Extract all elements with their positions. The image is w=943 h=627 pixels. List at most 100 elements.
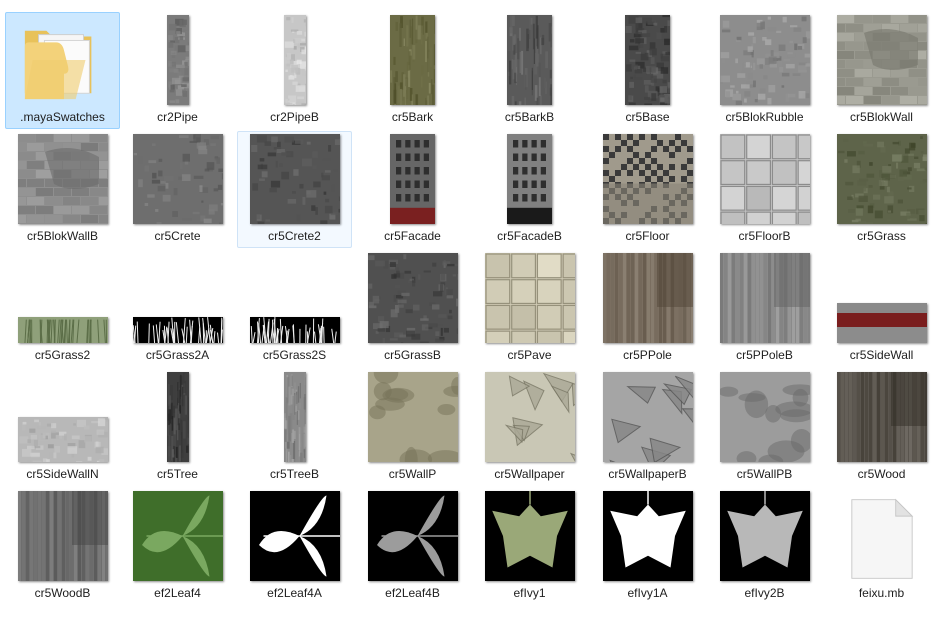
file-item[interactable]: cr5PPole bbox=[590, 250, 705, 367]
file-item-label: cr5Wallpaper bbox=[494, 467, 565, 481]
texture-thumbnail bbox=[167, 15, 189, 105]
texture-thumbnail bbox=[133, 134, 223, 224]
file-item[interactable]: efIvy2B bbox=[707, 488, 822, 605]
file-item[interactable]: cr5Crete2 bbox=[237, 131, 352, 248]
texture-thumbnail bbox=[18, 417, 108, 462]
file-item[interactable]: ef2Leaf4 bbox=[120, 488, 235, 605]
file-grid: .mayaSwatches cr2Pipe cr2PipeB cr5Bark cr5Ba… bbox=[0, 0, 943, 627]
file-item[interactable]: ef2Leaf4A bbox=[237, 488, 352, 605]
texture-thumbnail bbox=[390, 15, 435, 105]
texture-thumbnail bbox=[390, 134, 435, 224]
file-item-label: cr5Pave bbox=[507, 348, 552, 362]
file-item[interactable]: cr5SideWallN bbox=[5, 369, 120, 486]
file-item-label: efIvy2B bbox=[744, 586, 785, 600]
file-item[interactable]: cr5Floor bbox=[590, 131, 705, 248]
file-item-label: cr5BlokWall bbox=[850, 110, 913, 124]
texture-thumbnail bbox=[507, 15, 552, 105]
file-item-label: ef2Leaf4 bbox=[154, 586, 201, 600]
file-item-label: feixu.mb bbox=[858, 586, 905, 600]
file-item[interactable]: cr5Grass2A bbox=[120, 250, 235, 367]
texture-thumbnail bbox=[603, 372, 693, 462]
texture-thumbnail bbox=[720, 134, 810, 224]
file-item-label: cr5WoodB bbox=[34, 586, 91, 600]
texture-thumbnail bbox=[603, 253, 693, 343]
file-item[interactable]: cr5WoodB bbox=[5, 488, 120, 605]
file-item-label: .mayaSwatches bbox=[20, 110, 105, 124]
file-item-label: cr2PipeB bbox=[270, 110, 319, 124]
file-item-label: cr5WallP bbox=[388, 467, 437, 481]
texture-thumbnail bbox=[625, 15, 670, 105]
file-item[interactable]: cr5Grass2 bbox=[5, 250, 120, 367]
texture-thumbnail bbox=[368, 253, 458, 343]
file-item[interactable]: feixu.mb bbox=[824, 488, 939, 605]
texture-thumbnail bbox=[284, 372, 306, 462]
file-item[interactable]: cr5GrassB bbox=[355, 250, 470, 367]
file-item-label: cr5PPole bbox=[623, 348, 672, 362]
texture-thumbnail bbox=[837, 15, 927, 105]
file-item[interactable]: cr5WallpaperB bbox=[590, 369, 705, 486]
file-item[interactable]: cr5Grass bbox=[824, 131, 939, 248]
file-item-label: cr5BlokRubble bbox=[725, 110, 804, 124]
file-item[interactable]: cr5Base bbox=[590, 12, 705, 129]
file-item[interactable]: cr5Facade bbox=[355, 131, 470, 248]
texture-thumbnail bbox=[368, 372, 458, 462]
file-item[interactable]: cr2Pipe bbox=[120, 12, 235, 129]
file-item[interactable]: cr5Crete bbox=[120, 131, 235, 248]
file-item[interactable]: cr5FacadeB bbox=[472, 131, 587, 248]
file-item[interactable]: .mayaSwatches bbox=[5, 12, 120, 129]
texture-thumbnail bbox=[284, 15, 306, 105]
file-item-label: cr5Grass bbox=[857, 229, 906, 243]
file-item[interactable]: cr5FloorB bbox=[707, 131, 822, 248]
folder-icon bbox=[19, 17, 107, 105]
file-item-label: cr5BlokWallB bbox=[27, 229, 98, 243]
texture-thumbnail bbox=[485, 372, 575, 462]
file-item-label: cr5Wood bbox=[857, 467, 906, 481]
file-item-label: cr5Facade bbox=[384, 229, 441, 243]
texture-thumbnail bbox=[485, 253, 575, 343]
file-item-label: cr5Floor bbox=[625, 229, 670, 243]
file-item[interactable]: cr5Bark bbox=[355, 12, 470, 129]
leaf-thumbnail bbox=[368, 491, 458, 581]
file-item[interactable]: cr5BlokWall bbox=[824, 12, 939, 129]
file-item[interactable]: efIvy1A bbox=[590, 488, 705, 605]
file-item[interactable]: ef2Leaf4B bbox=[355, 488, 470, 605]
leaf-thumbnail bbox=[133, 491, 223, 581]
file-item-label: ef2Leaf4A bbox=[267, 586, 322, 600]
file-item-label: cr5TreeB bbox=[270, 467, 319, 481]
file-item[interactable]: cr5PPoleB bbox=[707, 250, 822, 367]
file-item[interactable]: cr5Pave bbox=[472, 250, 587, 367]
file-item[interactable]: cr5TreeB bbox=[237, 369, 352, 486]
file-item[interactable]: cr5SideWall bbox=[824, 250, 939, 367]
texture-thumbnail bbox=[18, 491, 108, 581]
file-item[interactable]: cr5Tree bbox=[120, 369, 235, 486]
file-item-label: cr5SideWallN bbox=[26, 467, 99, 481]
file-item[interactable]: cr5WallP bbox=[355, 369, 470, 486]
texture-thumbnail bbox=[837, 134, 927, 224]
file-item[interactable]: efIvy1 bbox=[472, 488, 587, 605]
ivy-thumbnail bbox=[720, 491, 810, 581]
file-item-label: cr5Grass2S bbox=[262, 348, 327, 362]
file-item-label: efIvy1A bbox=[627, 586, 668, 600]
texture-thumbnail bbox=[507, 134, 552, 224]
file-item-label: cr5Tree bbox=[157, 467, 198, 481]
file-item-label: cr5Grass2 bbox=[34, 348, 91, 362]
file-item[interactable]: cr5BlokWallB bbox=[5, 131, 120, 248]
file-item[interactable]: cr5Wallpaper bbox=[472, 369, 587, 486]
file-item-label: cr5Bark bbox=[391, 110, 434, 124]
file-item[interactable]: cr5BlokRubble bbox=[707, 12, 822, 129]
file-item-label: cr5Grass2A bbox=[145, 348, 210, 362]
file-item-label: cr2Pipe bbox=[157, 110, 198, 124]
file-item-label: cr5Crete bbox=[154, 229, 201, 243]
texture-thumbnail bbox=[250, 134, 340, 224]
texture-thumbnail bbox=[720, 253, 810, 343]
file-item[interactable]: cr5Wood bbox=[824, 369, 939, 486]
file-item[interactable]: cr5Grass2S bbox=[237, 250, 352, 367]
file-item-label: cr5Base bbox=[625, 110, 670, 124]
file-item[interactable]: cr5BarkB bbox=[472, 12, 587, 129]
file-item[interactable]: cr2PipeB bbox=[237, 12, 352, 129]
file-item-label: cr5PPoleB bbox=[736, 348, 793, 362]
file-item-label: cr5BarkB bbox=[504, 110, 555, 124]
file-item-label: cr5WallpaperB bbox=[608, 467, 687, 481]
texture-thumbnail bbox=[603, 134, 693, 224]
file-item[interactable]: cr5WallPB bbox=[707, 369, 822, 486]
